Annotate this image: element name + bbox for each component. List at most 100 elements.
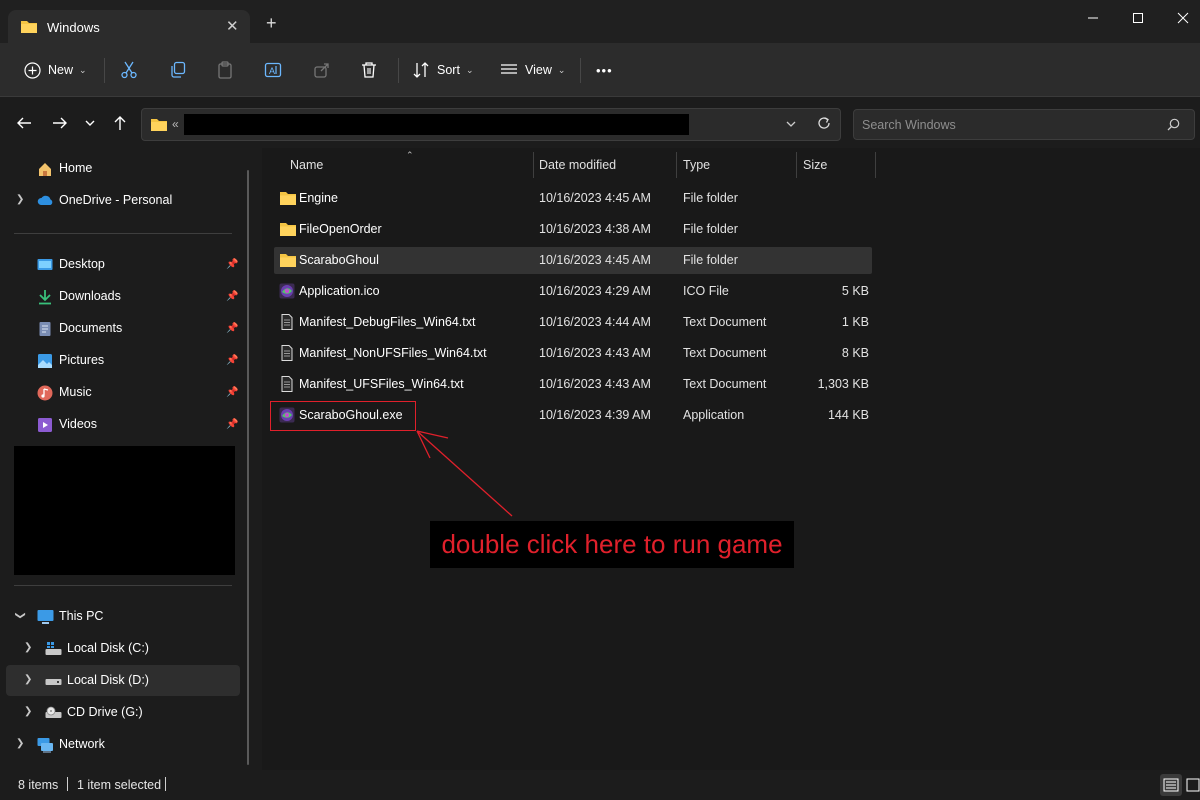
- tab-windows[interactable]: Windows ✕: [8, 10, 250, 44]
- column-divider[interactable]: [796, 152, 797, 178]
- command-bar: New ⌄ A Sort ⌄ View ⌄ •••: [0, 43, 1200, 97]
- sidebar-item-desktop[interactable]: Desktop 📌: [0, 249, 240, 280]
- paste-button[interactable]: [216, 58, 234, 82]
- chevron-down-icon[interactable]: [785, 118, 797, 133]
- sort-icon: [413, 62, 429, 78]
- path-overflow[interactable]: «: [172, 117, 179, 131]
- sort-button[interactable]: Sort ⌄: [412, 58, 473, 82]
- sidebar-item-downloads[interactable]: Downloads 📌: [0, 281, 240, 312]
- sidebar-item-label: Pictures: [59, 353, 105, 367]
- column-header-name[interactable]: Name: [290, 158, 323, 180]
- maximize-button[interactable]: [1115, 8, 1161, 30]
- sidebar-item-label: Home: [59, 161, 93, 175]
- file-date: 10/16/2023 4:38 AM: [539, 222, 651, 236]
- annotation-label: double click here to run game: [430, 521, 794, 568]
- sidebar-item-cd-drive-g[interactable]: ❯ CD Drive (G:): [0, 697, 240, 728]
- folder-icon: [279, 252, 296, 268]
- chevron-down-icon[interactable]: ❯: [15, 611, 26, 619]
- cut-button[interactable]: [120, 58, 138, 82]
- sidebar-item-pictures[interactable]: Pictures 📌: [0, 345, 240, 376]
- annotation-arrow: [416, 430, 513, 517]
- table-row[interactable]: Application.ico 10/16/2023 4:29 AM ICO Fil…: [274, 278, 872, 305]
- file-date: 10/16/2023 4:39 AM: [539, 408, 651, 422]
- sidebar-item-this-pc[interactable]: ❯ This PC: [0, 601, 240, 632]
- clipboard-icon: [218, 61, 232, 79]
- table-row[interactable]: Manifest_UFSFiles_Win64.txt 10/16/2023 4:…: [274, 371, 872, 398]
- sidebar-item-onedrive[interactable]: ❯ OneDrive - Personal: [0, 185, 240, 216]
- selection-count: 1 item selected: [77, 778, 162, 792]
- column-header-size[interactable]: Size: [803, 158, 827, 180]
- title-bar: Windows ✕ +: [0, 0, 1200, 44]
- sidebar-scrollbar[interactable]: [247, 170, 249, 765]
- column-header-date[interactable]: Date modified: [539, 158, 616, 180]
- file-size: 144 KB: [827, 408, 869, 422]
- table-row[interactable]: FileOpenOrder 10/16/2023 4:38 AM File fold…: [274, 216, 872, 243]
- delete-button[interactable]: [360, 58, 378, 82]
- sidebar-item-documents[interactable]: Documents 📌: [0, 313, 240, 344]
- folder-icon: [279, 190, 296, 206]
- file-name: Engine: [299, 191, 338, 205]
- divider: [398, 58, 399, 83]
- new-button[interactable]: New ⌄: [24, 58, 87, 82]
- search-icon[interactable]: [1167, 118, 1180, 134]
- sidebar-item-label: This PC: [59, 609, 104, 623]
- new-tab-button[interactable]: +: [266, 14, 277, 32]
- pin-icon[interactable]: 📌: [226, 387, 238, 398]
- divider: [67, 777, 68, 791]
- table-row[interactable]: Manifest_DebugFiles_Win64.txt 10/16/2023 …: [274, 309, 872, 336]
- rename-button[interactable]: A: [264, 58, 282, 82]
- chevron-right-icon[interactable]: ❯: [16, 194, 24, 205]
- sidebar-item-local-disk-d[interactable]: ❯ Local Disk (D:): [6, 665, 240, 696]
- desktop-icon: [37, 257, 53, 273]
- column-header-type[interactable]: Type: [683, 158, 710, 180]
- search-input[interactable]: [862, 116, 1162, 134]
- text-file-icon: [279, 345, 295, 361]
- share-button[interactable]: [313, 58, 331, 82]
- search-box[interactable]: [853, 109, 1195, 140]
- forward-button[interactable]: [52, 115, 72, 133]
- sidebar-item-network[interactable]: ❯ Network: [0, 729, 240, 760]
- close-window-button[interactable]: [1160, 8, 1200, 30]
- view-button[interactable]: View ⌄: [500, 58, 565, 82]
- file-date: 10/16/2023 4:43 AM: [539, 346, 651, 360]
- table-row[interactable]: Engine 10/16/2023 4:45 AM File folder: [274, 185, 872, 212]
- chevron-down-icon: ⌄: [557, 64, 566, 75]
- download-icon: [37, 289, 53, 305]
- sidebar-item-home[interactable]: Home: [0, 153, 240, 184]
- column-divider[interactable]: [676, 152, 677, 178]
- chevron-right-icon[interactable]: ❯: [24, 642, 32, 653]
- pin-icon[interactable]: 📌: [226, 259, 238, 270]
- sidebar-item-label: Desktop: [59, 257, 105, 271]
- recent-locations-button[interactable]: [84, 115, 104, 133]
- file-type: File folder: [683, 253, 738, 267]
- chevron-right-icon[interactable]: ❯: [16, 738, 24, 749]
- minimize-button[interactable]: [1070, 8, 1116, 30]
- chevron-right-icon[interactable]: ❯: [24, 674, 32, 685]
- chevron-right-icon[interactable]: ❯: [24, 706, 32, 717]
- refresh-icon[interactable]: [817, 116, 831, 133]
- sidebar-item-local-disk-c[interactable]: ❯ Local Disk (C:): [0, 633, 240, 664]
- plus-circle-icon: [24, 61, 41, 79]
- column-divider[interactable]: [875, 152, 876, 178]
- pin-icon[interactable]: 📌: [226, 419, 238, 430]
- file-type: File folder: [683, 222, 738, 236]
- pin-icon[interactable]: 📌: [226, 355, 238, 366]
- pin-icon[interactable]: 📌: [226, 323, 238, 334]
- table-row[interactable]: Manifest_NonUFSFiles_Win64.txt 10/16/2023…: [274, 340, 872, 367]
- address-bar[interactable]: «: [141, 108, 841, 141]
- details-view-button[interactable]: [1160, 774, 1182, 796]
- more-options-button[interactable]: •••: [596, 58, 613, 82]
- up-button[interactable]: [112, 115, 132, 133]
- tiles-view-button[interactable]: [1184, 774, 1200, 796]
- copy-button[interactable]: [169, 58, 187, 82]
- copy-icon: [171, 61, 186, 78]
- sidebar-item-videos[interactable]: Videos 📌: [0, 409, 240, 440]
- view-icon: [501, 64, 517, 74]
- table-row[interactable]: ScaraboGhoul 10/16/2023 4:45 AM File folde…: [274, 247, 872, 274]
- column-divider[interactable]: [533, 152, 534, 178]
- back-button[interactable]: [16, 115, 36, 133]
- close-tab-icon[interactable]: ✕: [226, 17, 239, 35]
- network-icon: [37, 737, 53, 753]
- sidebar-item-music[interactable]: Music 📌: [0, 377, 240, 408]
- pin-icon[interactable]: 📌: [226, 291, 238, 302]
